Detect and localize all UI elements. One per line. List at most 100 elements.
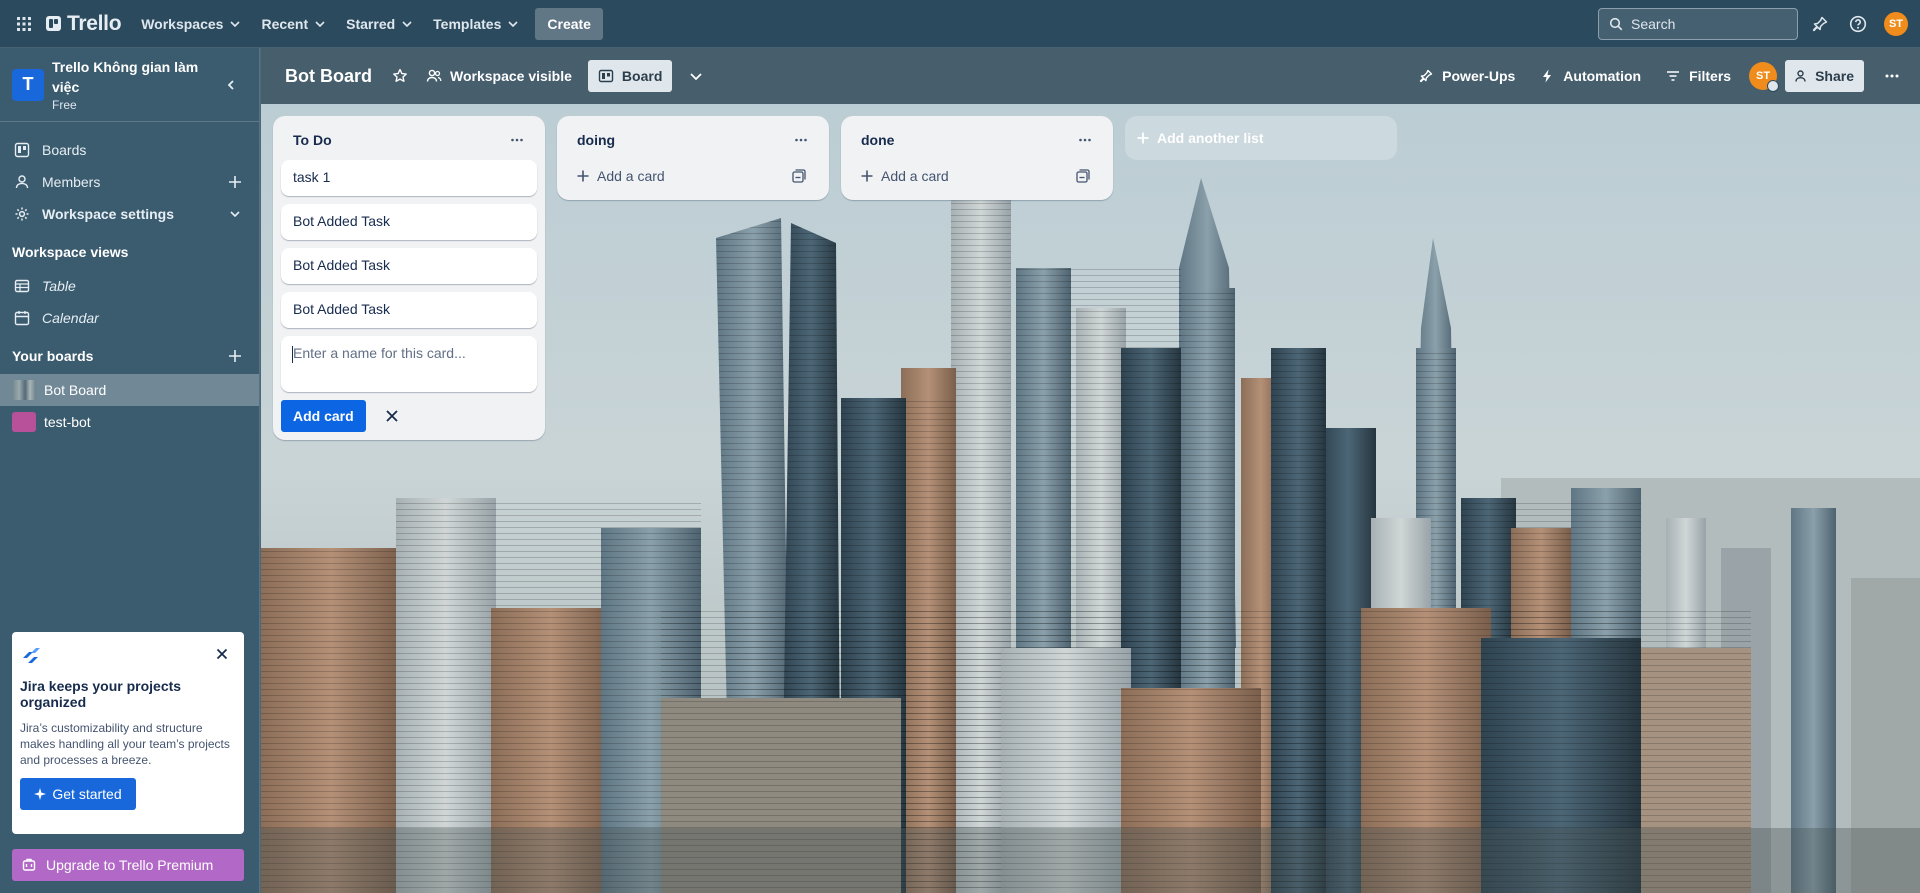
search-placeholder: Search bbox=[1631, 15, 1676, 32]
list-done: done Add a card bbox=[841, 116, 1113, 200]
list-to-do: To Do task 1 Bot Added Task Bot Added Ta… bbox=[273, 116, 545, 440]
sidebar-item-label: Calendar bbox=[42, 310, 99, 326]
table-icon bbox=[12, 276, 32, 296]
power-ups-label: Power-Ups bbox=[1442, 68, 1516, 84]
promo-title: Jira keeps your projects organized bbox=[20, 678, 182, 710]
account-avatar-button[interactable]: ST bbox=[1880, 8, 1912, 40]
sidebar-item-table[interactable]: Table bbox=[0, 270, 259, 302]
sidebar-item-calendar[interactable]: Calendar bbox=[0, 302, 259, 334]
card-name-input[interactable]: Enter a name for this card... bbox=[281, 336, 537, 392]
chevron-down-icon[interactable] bbox=[223, 202, 247, 226]
add-another-list-label: Add another list bbox=[1157, 130, 1264, 146]
star-icon[interactable] bbox=[384, 60, 416, 92]
visibility-label: Workspace visible bbox=[450, 68, 572, 84]
list-title[interactable]: To Do bbox=[293, 132, 501, 148]
jira-logo-icon bbox=[20, 646, 236, 668]
search-input[interactable]: Search bbox=[1598, 7, 1798, 40]
card-template-icon[interactable] bbox=[1069, 162, 1097, 190]
filters-label: Filters bbox=[1689, 68, 1732, 84]
card-name-placeholder: Enter a name for this card... bbox=[293, 345, 466, 361]
nav-templates-label: Templates bbox=[433, 15, 502, 32]
workspace-header: T Trello Không gian làm việc Free bbox=[0, 48, 259, 122]
board-thumbnail bbox=[12, 380, 36, 400]
share-button[interactable]: Share bbox=[1785, 60, 1864, 92]
more-options-icon[interactable] bbox=[1876, 60, 1908, 92]
sidebar-board-bot-board[interactable]: Bot Board bbox=[0, 374, 259, 406]
add-a-card-button[interactable]: Add a card bbox=[849, 160, 1105, 192]
nav-templates[interactable]: Templates bbox=[423, 8, 529, 40]
sidebar-item-boards[interactable]: Boards bbox=[0, 134, 259, 166]
automation-button[interactable]: Automation bbox=[1529, 60, 1651, 92]
close-icon[interactable] bbox=[376, 400, 408, 432]
card[interactable]: Bot Added Task bbox=[281, 292, 537, 328]
board-header-right: Power-Ups Automation Filters ST Share bbox=[1408, 60, 1908, 92]
get-started-label: Get started bbox=[52, 786, 122, 802]
visibility-button[interactable]: Workspace visible bbox=[416, 60, 582, 92]
nav-workspaces[interactable]: Workspaces bbox=[131, 8, 251, 40]
sidebar-board-label: Bot Board bbox=[44, 382, 107, 398]
workspace-name[interactable]: Trello Không gian làm việc bbox=[52, 57, 215, 97]
calendar-icon bbox=[12, 308, 32, 328]
chevron-down-icon[interactable] bbox=[680, 60, 712, 92]
share-label: Share bbox=[1815, 68, 1854, 84]
sidebar-item-label: Workspace settings bbox=[42, 206, 175, 222]
workspace-info: Trello Không gian làm việc Free bbox=[52, 57, 215, 112]
trello-logo-text: Trello bbox=[67, 11, 122, 35]
app-switcher-icon[interactable] bbox=[8, 8, 40, 40]
list-title[interactable]: done bbox=[861, 132, 1069, 148]
list-header: doing bbox=[565, 124, 821, 156]
card[interactable]: Bot Added Task bbox=[281, 248, 537, 284]
add-card-button[interactable]: Add card bbox=[281, 400, 366, 432]
help-icon[interactable] bbox=[1842, 8, 1874, 40]
trello-logo[interactable]: Trello bbox=[46, 8, 122, 40]
add-a-card-label: Add a card bbox=[881, 168, 949, 184]
list-actions-icon[interactable] bbox=[785, 124, 817, 156]
get-started-button[interactable]: Get started bbox=[20, 778, 136, 810]
workspace-badge[interactable]: T bbox=[12, 68, 44, 101]
upgrade-premium-button[interactable]: Upgrade to Trello Premium bbox=[12, 849, 244, 881]
card[interactable]: task 1 bbox=[281, 160, 537, 196]
card-template-icon[interactable] bbox=[785, 162, 813, 190]
workspace-views-heading: Workspace views bbox=[0, 234, 259, 270]
board-view-button[interactable]: Board bbox=[587, 60, 673, 92]
your-boards-heading-label: Your boards bbox=[12, 348, 94, 364]
promo-text: Jira’s customizability and structure mak… bbox=[20, 721, 230, 767]
power-ups-button[interactable]: Power-Ups bbox=[1408, 60, 1525, 92]
list-actions-icon[interactable] bbox=[501, 124, 533, 156]
add-a-card-label: Add a card bbox=[597, 168, 665, 184]
close-icon[interactable] bbox=[212, 644, 232, 664]
sidebar-item-label: Table bbox=[42, 278, 76, 294]
board-view-label: Board bbox=[621, 68, 663, 84]
sidebar-item-label: Members bbox=[42, 174, 101, 190]
avatar: ST bbox=[1884, 11, 1908, 36]
filters-button[interactable]: Filters bbox=[1655, 60, 1741, 92]
notifications-icon[interactable] bbox=[1804, 8, 1836, 40]
nav-starred[interactable]: Starred bbox=[336, 8, 423, 40]
sidebar-board-test-bot[interactable]: test-bot bbox=[0, 406, 259, 438]
board-member-avatar[interactable]: ST bbox=[1749, 62, 1780, 92]
add-a-card-button[interactable]: Add a card bbox=[565, 160, 821, 192]
create-board-plus-icon[interactable] bbox=[223, 344, 247, 368]
nav-workspaces-label: Workspaces bbox=[141, 15, 224, 32]
card[interactable]: Bot Added Task bbox=[281, 204, 537, 240]
card-list: task 1 Bot Added Task Bot Added Task Bot… bbox=[281, 160, 537, 392]
board-title[interactable]: Bot Board bbox=[281, 66, 376, 87]
jira-promo-card: Jira keeps your projects organized Jira’… bbox=[12, 632, 244, 834]
collapse-sidebar-icon[interactable] bbox=[215, 69, 247, 101]
plus-icon bbox=[577, 170, 589, 182]
list-header: To Do bbox=[281, 124, 537, 156]
list-title[interactable]: doing bbox=[577, 132, 785, 148]
board-thumbnail bbox=[12, 412, 36, 432]
nav-recent[interactable]: Recent bbox=[251, 8, 336, 40]
plus-icon bbox=[1137, 132, 1149, 144]
add-member-icon[interactable] bbox=[223, 170, 247, 194]
sidebar-item-members[interactable]: Members bbox=[0, 166, 259, 198]
chevron-down-icon bbox=[230, 20, 241, 27]
person-add-icon bbox=[1795, 70, 1806, 82]
sidebar-board-label: test-bot bbox=[44, 414, 91, 430]
sidebar-item-workspace-settings[interactable]: Workspace settings bbox=[0, 198, 259, 230]
plus-icon bbox=[861, 170, 873, 182]
list-actions-icon[interactable] bbox=[1069, 124, 1101, 156]
create-button[interactable]: Create bbox=[535, 7, 603, 40]
add-another-list-button[interactable]: Add another list bbox=[1125, 116, 1397, 160]
